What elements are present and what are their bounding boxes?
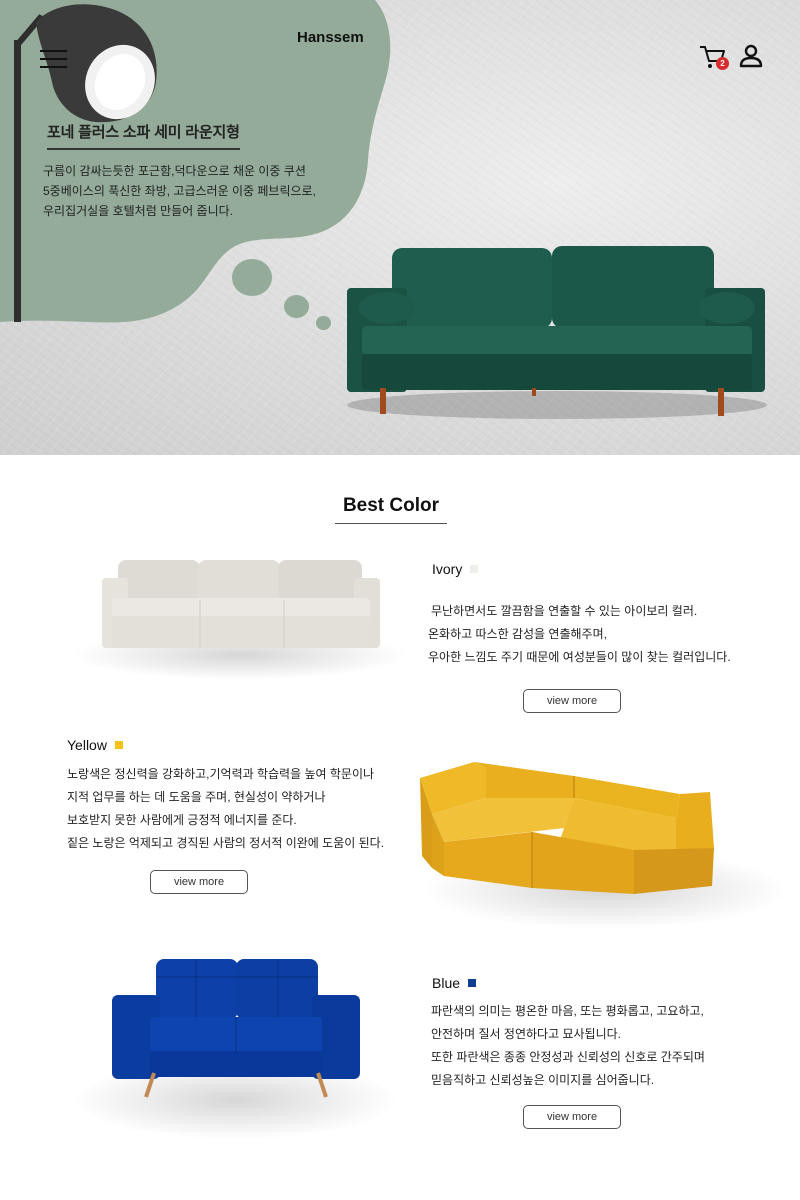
color-label: Blue [432,975,461,991]
yellow-modular-sofa-image [420,762,714,894]
hero-description: 구름이 감싸는듯한 포근함,덕다운으로 채운 이중 쿠션 5중베이스의 푹신한 … [43,161,316,221]
description-line: 온화하고 따스한 감성을 연출해주며, [428,627,607,641]
description-line: 보호받지 못한 사람에게 긍정적 에너지를 준다. [67,813,297,827]
description-line: 짙은 노랑은 억제되고 경직된 사람의 정서적 이완에 도움이 된다. [67,836,385,850]
hero-description-line: 5중베이스의 푹신한 좌방, 고급스러운 이중 페브릭으로, [43,184,316,198]
description-line: 우아한 느낌도 주기 때문에 여성분들이 많이 찾는 컬러입니다. [428,650,731,664]
color-label: Yellow [67,737,107,753]
blue-sofa-image [112,959,360,1098]
bubble-large [232,259,272,296]
description-line: 무난하면서도 깔끔함을 연출할 수 있는 아이보리 컬러. [431,604,698,618]
cart-count-badge: 2 [716,57,729,70]
hero-banner: Hanssem 2 포네 플러스 소파 세미 라운지형 구름이 감싸는듯한 포근… [0,0,800,455]
view-more-button-yellow[interactable]: view more [150,870,248,894]
description-line: 파란색의 의미는 평온한 마음, 또는 평화롭고, 고요하고, [431,1004,704,1018]
color-name-blue: Blue [432,975,477,991]
ivory-swatch [470,565,479,573]
blue-swatch [468,979,477,987]
hero-description-line: 구름이 감싸는듯한 포근함,덕다운으로 채운 이중 쿠션 [43,164,306,178]
color-name-ivory: Ivory [432,561,479,577]
description-line: 믿음직하고 신뢰성높은 이미지를 심어줍니다. [431,1073,655,1087]
hamburger-menu-icon[interactable] [40,50,67,70]
bubble-medium [284,295,309,318]
yellow-swatch [114,741,123,749]
section-title: Best Color [335,495,447,524]
green-velvet-sofa-image [347,246,767,419]
description-line: 노랑색은 정신력을 강화하고,기억력과 학습력을 높여 학문이나 [67,767,375,781]
color-name-yellow: Yellow [67,737,123,753]
view-more-button-blue[interactable]: view more [523,1105,621,1129]
view-more-button-ivory[interactable]: view more [523,689,621,713]
blue-description: 파란색의 의미는 평온한 마음, 또는 평화롭고, 고요하고, 안전하며 질서 … [431,1000,705,1092]
yellow-description: 노랑색은 정신력을 강화하고,기억력과 학습력을 높여 학문이나 지적 업무를 … [67,763,384,855]
hero-product-title: 포네 플러스 소파 세미 라운지형 [47,121,240,150]
ivory-sofa-image [102,560,380,648]
color-label: Ivory [432,561,463,577]
user-icon[interactable] [739,44,763,68]
bubble-small [316,316,331,330]
hero-description-line: 우리집거실을 호텔처럼 만들어 줍니다. [43,204,233,218]
description-line: 안전하며 질서 정연하다고 묘사됩니다. [431,1027,621,1041]
description-line: 지적 업무를 하는 데 도움을 주며, 현실성이 약하거나 [67,790,326,804]
ivory-description: 무난하면서도 깔끔함을 연출할 수 있는 아이보리 컬러. 온화하고 따스한 감… [428,600,731,669]
description-line: 또한 파란색은 종종 안정성과 신뢰성의 신호로 간주되며 [431,1050,705,1064]
brand-logo[interactable]: Hanssem [297,29,364,46]
